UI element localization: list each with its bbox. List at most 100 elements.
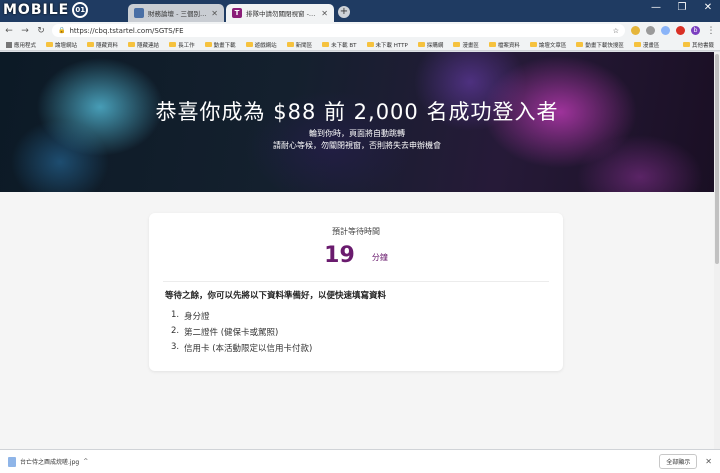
close-window-icon[interactable]: ✕ [700, 2, 716, 13]
bookmark-label: 新聞區 [295, 42, 313, 49]
folder-icon [417, 42, 425, 47]
page-viewport: 恭喜你成為 $88 前 2,000 名成功登入者 輪到你時，頁面將自動跳轉 請耐… [0, 52, 714, 449]
hero-subtitle: 輪到你時，頁面將自動跳轉 [309, 129, 405, 138]
bookmark-folder[interactable]: 新聞區 [286, 41, 313, 49]
bookmark-label: 論壇文章區 [538, 42, 567, 49]
bookmark-folder[interactable]: 漫畫區 [453, 41, 479, 49]
bookmark-label: 隱藏連結 [137, 42, 160, 49]
maximize-icon[interactable]: ❐ [674, 2, 690, 13]
folder-icon [576, 42, 584, 47]
folder-icon [46, 42, 54, 47]
folder-icon [633, 42, 641, 47]
tstar-favicon-icon: T [232, 8, 242, 18]
list-index: 2. [171, 326, 180, 336]
wait-time: 19 分鐘 [149, 243, 563, 268]
bookmark-folder[interactable]: 檔案資料 [488, 41, 520, 49]
list-item: 2. 第二證件 (健保卡或駕照) [171, 326, 312, 342]
bookmark-folder[interactable]: 動畫下載 [204, 41, 236, 49]
profile-avatar[interactable]: b [691, 26, 700, 35]
star-icon[interactable]: ☆ [613, 27, 619, 35]
prep-title: 等待之餘，你可以先將以下資料準備好，以便快速填寫資料 [165, 291, 387, 301]
image-file-icon [8, 456, 16, 467]
bookmark-other[interactable]: 其他書籤 [682, 41, 714, 49]
download-filename: 台亡侍之酉成烷嗟.jpg [20, 459, 80, 466]
bookmark-label: 未下載 BT [331, 42, 357, 49]
bookmark-folder[interactable]: 未下載 BT [322, 41, 357, 49]
folder-icon [366, 42, 374, 47]
bookmark-label: 動畫下載 [213, 42, 236, 49]
requirements-list: 1. 身分證 2. 第二證件 (健保卡或駕照) 3. 信用卡 (本活動限定以信用卡付款… [171, 310, 312, 358]
extension-icon[interactable] [631, 26, 640, 35]
bookmark-label: 漫畫區 [462, 42, 479, 49]
divider [163, 281, 549, 282]
bookmark-label: 採購網 [426, 42, 444, 49]
bookmark-label: 長工作 [178, 42, 195, 49]
list-text: 第二證件 (健保卡或駕照) [184, 328, 279, 338]
favicon-icon [134, 8, 144, 18]
wait-time-label: 預計等待時間 [332, 227, 380, 236]
apps-icon [6, 41, 12, 48]
close-icon[interactable]: ✕ [211, 9, 218, 18]
minimize-icon[interactable]: — [648, 2, 664, 13]
new-tab-button[interactable]: + [338, 6, 350, 18]
extension-icon[interactable] [676, 26, 685, 35]
list-text: 信用卡 (本活動限定以信用卡付款) [184, 344, 313, 354]
folder-icon [322, 42, 330, 47]
hero-warning: 請耐心等候，勿關閉視窗，否則將失去申辦機會 [273, 141, 441, 150]
wait-unit: 分鐘 [371, 253, 388, 262]
close-icon[interactable]: ✕ [705, 457, 712, 466]
bookmark-label: 隱藏資料 [96, 42, 119, 49]
folder-icon [87, 42, 95, 47]
folder-icon [204, 42, 212, 47]
bookmark-folder[interactable]: 遊戲網站 [245, 41, 277, 49]
queue-card: 預計等待時間 19 分鐘 等待之餘，你可以先將以下資料準備好，以便快速填寫資料 … [149, 213, 563, 371]
address-bar[interactable]: 🔒 https://cbq.tstartel.com/SGTS/FE ☆ [52, 24, 625, 37]
list-item: 3. 信用卡 (本活動限定以信用卡付款) [171, 342, 312, 358]
bookmark-label: 檔案資料 [497, 42, 520, 49]
lock-icon: 🔒 [58, 27, 66, 34]
folder-icon [453, 42, 461, 47]
bookmark-label: 應用程式 [14, 42, 37, 49]
bookmark-folder[interactable]: 未下載 HTTP [366, 41, 408, 49]
url-text[interactable]: https://cbq.tstartel.com/SGTS/FE [69, 27, 608, 35]
extension-icon[interactable] [661, 26, 670, 35]
bookmark-folder[interactable]: 隱藏資料 [87, 41, 118, 49]
close-icon[interactable]: ✕ [321, 9, 328, 18]
bookmark-folder[interactable]: 論壇網站 [46, 41, 77, 49]
bookmark-folder[interactable]: 長工作 [169, 41, 195, 49]
list-text: 身分證 [184, 312, 210, 322]
bookmark-apps[interactable]: 應用程式 [6, 41, 36, 49]
scrollbar-thumb[interactable] [715, 54, 719, 264]
bookmark-label: 其他書籤 [691, 42, 714, 49]
folder-icon [488, 42, 496, 47]
bookmark-folder[interactable]: 採購網 [417, 41, 444, 49]
tab-strip: 財務論壇 - 三個別家聯合來台研... ✕ T 排隊中請勿關閉視窗 - 台灣之星… [0, 0, 720, 22]
folder-icon [682, 42, 690, 47]
list-index: 1. [171, 310, 180, 320]
tab-inactive[interactable]: 財務論壇 - 三個別家聯合來台研... ✕ [128, 4, 224, 22]
show-all-button[interactable]: 全部顯示 [659, 454, 698, 469]
bookmark-folder[interactable]: 隱藏連結 [128, 41, 159, 49]
hero-title: 恭喜你成為 $88 前 2,000 名成功登入者 [155, 100, 559, 124]
tab-title: 財務論壇 - 三個別家聯合來台研... [148, 10, 207, 18]
bookmarks-bar: 應用程式 論壇網站 隱藏資料 隱藏連結 長工作 動畫下載 遊戲網站 新聞區 未下… [0, 39, 720, 51]
back-icon[interactable]: ← [4, 26, 14, 36]
bookmark-folder[interactable]: 漫畫區 [633, 41, 659, 49]
bookmark-folder[interactable]: 論壇文章區 [529, 41, 567, 49]
scrollbar[interactable] [714, 52, 720, 449]
bookmark-label: 動畫下載快搜區 [585, 42, 624, 49]
bookmark-folder[interactable]: 動畫下載快搜區 [576, 41, 624, 49]
window-controls: — ❐ ✕ [648, 2, 716, 13]
forward-icon[interactable]: → [20, 26, 30, 36]
menu-icon[interactable]: ⋮ [706, 26, 716, 36]
bookmark-label: 未下載 HTTP [375, 42, 408, 49]
reload-icon[interactable]: ↻ [36, 26, 46, 36]
extension-icon[interactable] [646, 26, 655, 35]
wait-minutes: 19 [324, 243, 355, 268]
chevron-up-icon[interactable]: ^ [83, 458, 88, 465]
download-item[interactable]: 台亡侍之酉成烷嗟.jpg ^ [8, 456, 108, 467]
tab-active[interactable]: T 排隊中請勿關閉視窗 - 台灣之星 ✕ [226, 4, 334, 22]
bookmark-label: 遊戲網站 [254, 42, 277, 49]
logo-badge: 01 [72, 2, 89, 18]
mobile01-logo: MOBILE 01 [3, 2, 89, 18]
